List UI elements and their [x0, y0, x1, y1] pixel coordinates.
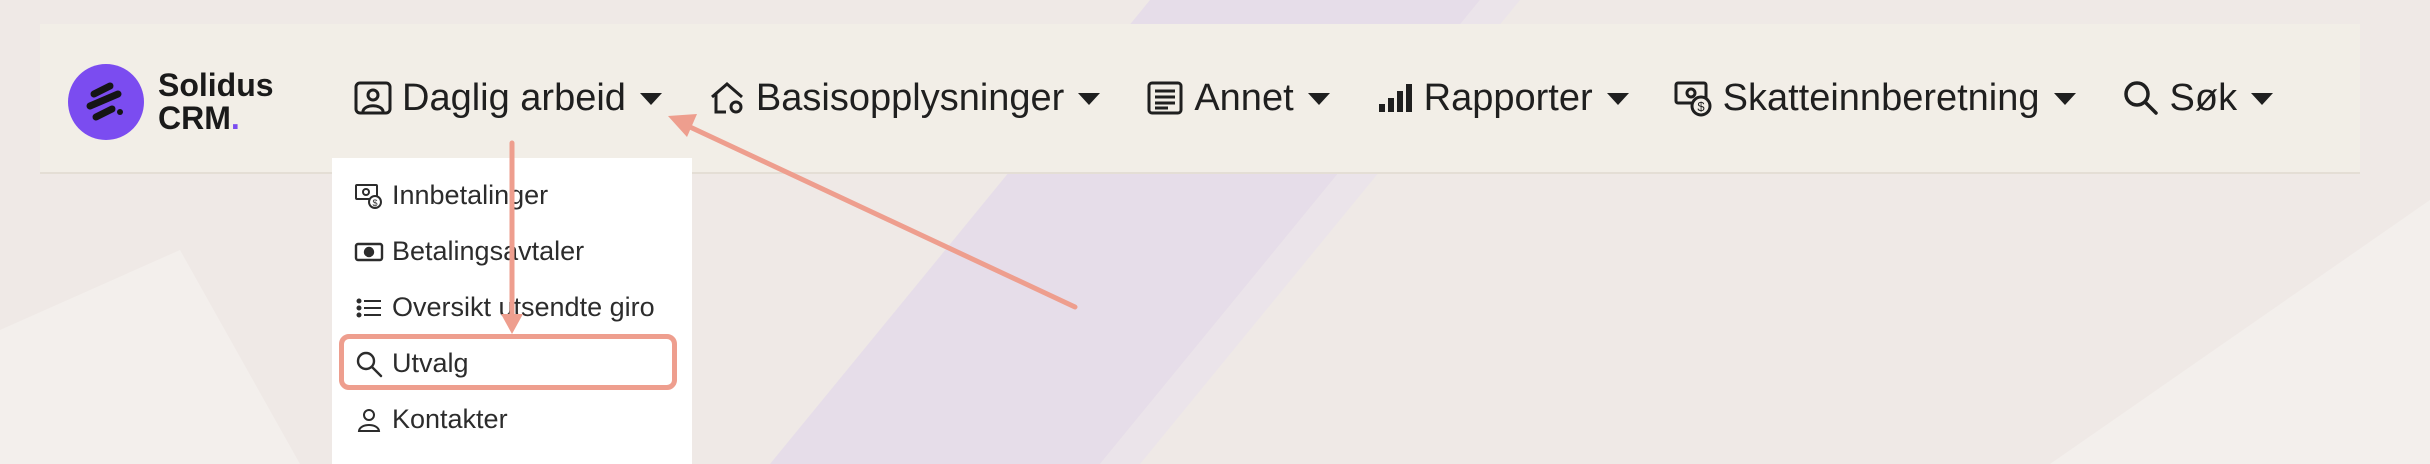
nav-daglig-arbeid-label: Daglig arbeid	[402, 76, 626, 119]
brand-name-line1: Solidus	[158, 67, 274, 103]
caret-down-icon	[1606, 93, 1629, 105]
nav-skatteinnberetning-label: Skatteinnberetning	[1722, 76, 2040, 119]
brand-name: Solidus CRM.	[158, 69, 274, 135]
cash-coin-icon: $	[355, 183, 382, 209]
dropdown-item-oversikt-utsendte-giro[interactable]: Oversikt utsendte giro	[354, 292, 655, 323]
caret-down-icon	[1078, 93, 1101, 105]
nav-rapporter[interactable]: Rapporter	[1374, 77, 1629, 120]
caret-down-icon	[1307, 93, 1330, 105]
highlight-box-utvalg	[339, 334, 677, 390]
nav-rapporter-label: Rapporter	[1423, 76, 1593, 119]
newspaper-icon	[1147, 81, 1183, 115]
nav-basisopplysninger[interactable]: Basisopplysninger	[706, 76, 1101, 120]
cash-icon	[354, 242, 384, 261]
dropdown-item-label: Innbetalinger	[392, 180, 549, 210]
nav-sok[interactable]: Søk	[2120, 77, 2274, 120]
daglig-arbeid-dropdown: $ Innbetalinger Betalingsavtaler Oversik…	[332, 158, 692, 464]
dropdown-item-betalingsavtaler[interactable]: Betalingsavtaler	[354, 236, 584, 267]
person-icon	[357, 408, 381, 432]
caret-down-icon	[639, 93, 662, 105]
brand-name-line2: CRM.	[158, 100, 240, 136]
svg-text:$: $	[1697, 99, 1705, 114]
top-navbar: Solidus CRM. Daglig arbeid Basisopplysni…	[40, 24, 2360, 174]
solidus-logo-icon	[68, 64, 144, 140]
main-menu: Daglig arbeid Basisopplysninger Annet Ra…	[352, 24, 2317, 172]
cash-coin-icon: $	[1674, 81, 1712, 117]
nav-daglig-arbeid[interactable]: Daglig arbeid	[352, 77, 662, 120]
nav-skatteinnberetning[interactable]: $ Skatteinnberetning	[1673, 77, 2076, 120]
dropdown-item-innbetalinger[interactable]: $ Innbetalinger	[354, 180, 548, 211]
nav-sok-label: Søk	[2169, 76, 2238, 119]
nav-annet-label: Annet	[1194, 76, 1294, 119]
svg-text:$: $	[372, 198, 377, 208]
dropdown-item-kontakter[interactable]: Kontakter	[354, 404, 508, 435]
brand[interactable]: Solidus CRM.	[68, 64, 274, 140]
dropdown-item-label: Betalingsavtaler	[392, 236, 585, 266]
person-badge-icon	[354, 81, 392, 115]
dropdown-item-label: Oversikt utsendte giro	[392, 292, 655, 322]
bar-chart-icon	[1378, 84, 1412, 112]
caret-down-icon	[2053, 93, 2076, 105]
caret-down-icon	[2251, 93, 2274, 105]
nav-basisopplysninger-label: Basisopplysninger	[755, 76, 1065, 119]
list-icon	[356, 298, 381, 317]
search-icon	[2123, 81, 2158, 115]
dropdown-item-label: Kontakter	[392, 404, 508, 434]
nav-annet[interactable]: Annet	[1144, 76, 1330, 120]
house-gear-icon	[710, 82, 743, 114]
